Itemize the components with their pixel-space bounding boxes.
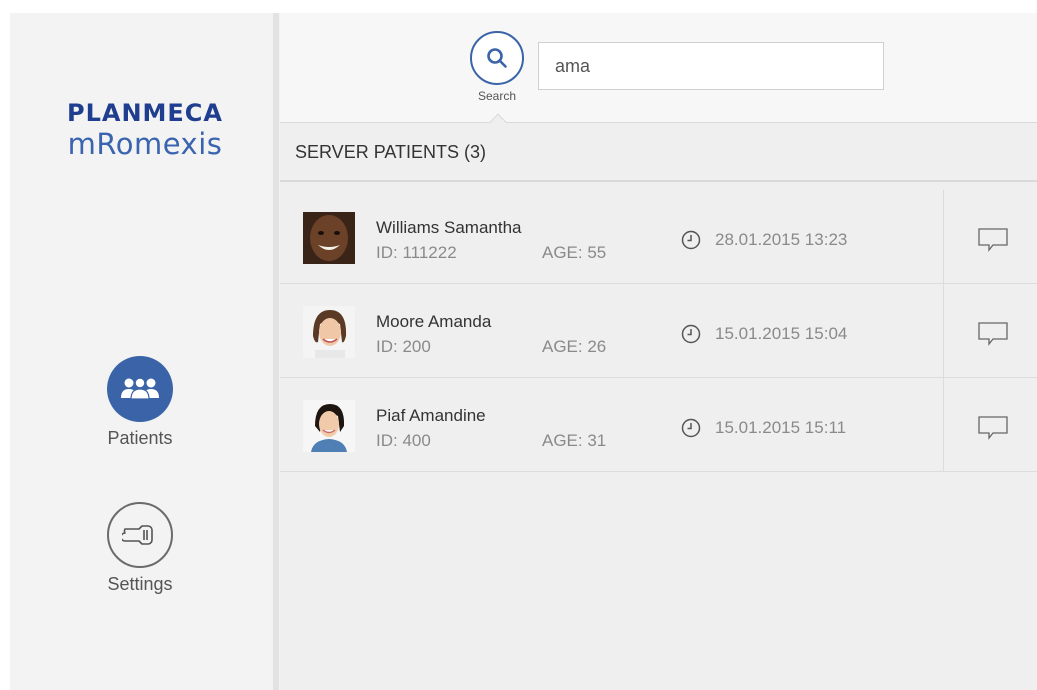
row-divider xyxy=(943,190,944,284)
search-icon xyxy=(470,31,524,85)
patient-date: 28.01.2015 13:23 xyxy=(715,230,848,249)
patient-age: AGE: 55 xyxy=(542,243,607,262)
nav-settings-label: Settings xyxy=(107,574,173,594)
section-title: SERVER PATIENTS (3) xyxy=(295,141,487,162)
patient-id: ID: 200 xyxy=(376,337,431,356)
comment-icon[interactable] xyxy=(977,415,1009,441)
patient-date: 15.01.2015 15:04 xyxy=(715,324,848,343)
wrench-icon xyxy=(107,502,173,568)
logo-line1: PLANMECA xyxy=(66,99,223,127)
patient-name: Moore Amanda xyxy=(376,312,492,331)
comment-icon[interactable] xyxy=(977,321,1009,347)
nav-patients[interactable]: Patients xyxy=(70,356,210,449)
nav-patients-label: Patients xyxy=(107,428,173,448)
patient-row[interactable]: Moore Amanda ID: 200 AGE: 26 15.01.2015 … xyxy=(280,284,1037,378)
clock-icon xyxy=(681,230,701,250)
patient-photo xyxy=(303,212,355,264)
sidebar-divider xyxy=(273,13,279,690)
sidebar: PLANMECA mRomexis Patients Settings xyxy=(10,13,280,690)
planmeca-logo: PLANMECA mRomexis xyxy=(30,99,260,161)
app-window: PLANMECA mRomexis Patients Settings Sear… xyxy=(10,13,1037,690)
search-input[interactable] xyxy=(538,42,884,90)
patient-age: AGE: 31 xyxy=(542,431,607,450)
patient-id: ID: 400 xyxy=(376,431,431,450)
search-bar: Search xyxy=(280,13,1037,123)
nav-settings[interactable]: Settings xyxy=(70,502,210,595)
row-divider xyxy=(943,284,944,378)
patient-row[interactable]: Williams Samantha ID: 111222 AGE: 55 28.… xyxy=(280,190,1037,284)
patient-row[interactable]: Piaf Amandine ID: 400 AGE: 31 15.01.2015… xyxy=(280,378,1037,472)
clock-icon xyxy=(681,418,701,438)
people-icon xyxy=(107,356,173,422)
comment-icon[interactable] xyxy=(977,227,1009,253)
clock-icon xyxy=(681,324,701,344)
patient-id: ID: 111222 xyxy=(376,243,457,262)
search-button[interactable]: Search xyxy=(468,31,526,103)
patient-name: Piaf Amandine xyxy=(376,406,486,425)
patient-photo xyxy=(303,400,355,452)
search-label: Search xyxy=(477,89,517,103)
patient-list: Williams Samantha ID: 111222 AGE: 55 28.… xyxy=(280,190,1037,472)
patient-date: 15.01.2015 15:11 xyxy=(715,418,847,437)
row-divider xyxy=(943,378,944,472)
logo-line2: mRomexis xyxy=(67,127,223,161)
main-panel: Search SERVER PATIENTS (3) xyxy=(280,13,1037,690)
patient-age: AGE: 26 xyxy=(542,337,607,356)
patient-name: Williams Samantha xyxy=(376,218,522,237)
section-header: SERVER PATIENTS (3) xyxy=(280,124,1037,182)
patient-photo xyxy=(303,306,355,358)
